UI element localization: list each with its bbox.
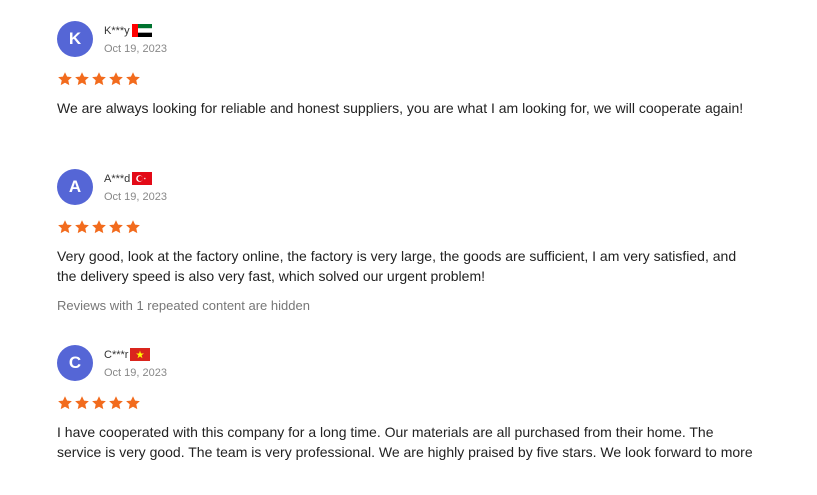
- review-date: Oct 19, 2023: [104, 366, 167, 379]
- reviewer-name-row: A***d: [104, 171, 167, 187]
- reviewer-name: K***y: [104, 24, 130, 37]
- star-icon: [125, 219, 141, 235]
- review-text: I have cooperated with this company for …: [57, 424, 753, 460]
- star-icon: [108, 395, 124, 411]
- avatar: C: [57, 345, 93, 381]
- star-icon: [74, 395, 90, 411]
- star-icon: [91, 71, 107, 87]
- reviewer-meta: A***d Oct 19, 2023: [104, 169, 167, 205]
- review-header: C C***r Oct 19, 2023: [57, 345, 757, 381]
- review-header: A A***d Oct 19, 2023: [57, 169, 757, 205]
- reviewer-name: C***r: [104, 348, 129, 361]
- star-icon: [91, 395, 107, 411]
- review-date: Oct 19, 2023: [104, 42, 167, 55]
- star-icon: [74, 71, 90, 87]
- star-rating: [57, 395, 757, 411]
- flag-turkey-icon: [132, 172, 153, 185]
- review-text: We are always looking for reliable and h…: [57, 100, 744, 116]
- reviewer-name-row: C***r: [104, 347, 167, 363]
- avatar: K: [57, 21, 93, 57]
- review-date: Oct 19, 2023: [104, 190, 167, 203]
- star-icon: [57, 219, 73, 235]
- star-icon: [108, 71, 124, 87]
- star-icon: [91, 219, 107, 235]
- star-rating: [57, 219, 757, 235]
- reviewer-meta: K***y Oct 19, 2023: [104, 21, 167, 57]
- reviewer-name-row: K***y: [104, 23, 167, 39]
- star-icon: [74, 219, 90, 235]
- star-icon: [108, 219, 124, 235]
- review-header: K K***y Oct 19, 2023: [57, 21, 757, 57]
- flag-uae-icon: [131, 24, 152, 37]
- reviewer-name: A***d: [104, 172, 131, 185]
- star-icon: [125, 395, 141, 411]
- star-icon: [57, 395, 73, 411]
- review-card: K K***y Oct 19, 2023 We are always looki…: [57, 21, 757, 118]
- reviewer-meta: C***r Oct 19, 2023: [104, 345, 167, 381]
- review-card: C C***r Oct 19, 2023 I have cooperated w…: [57, 345, 757, 462]
- hidden-reviews-note: Reviews with 1 repeated content are hidd…: [57, 298, 310, 313]
- review-card: A A***d Oct 19, 2023 Very good, look at …: [57, 169, 757, 286]
- star-icon: [57, 71, 73, 87]
- star-icon: [125, 71, 141, 87]
- avatar: A: [57, 169, 93, 205]
- flag-vietnam-icon: [130, 348, 151, 361]
- review-text: Very good, look at the factory online, t…: [57, 248, 737, 284]
- star-rating: [57, 71, 757, 87]
